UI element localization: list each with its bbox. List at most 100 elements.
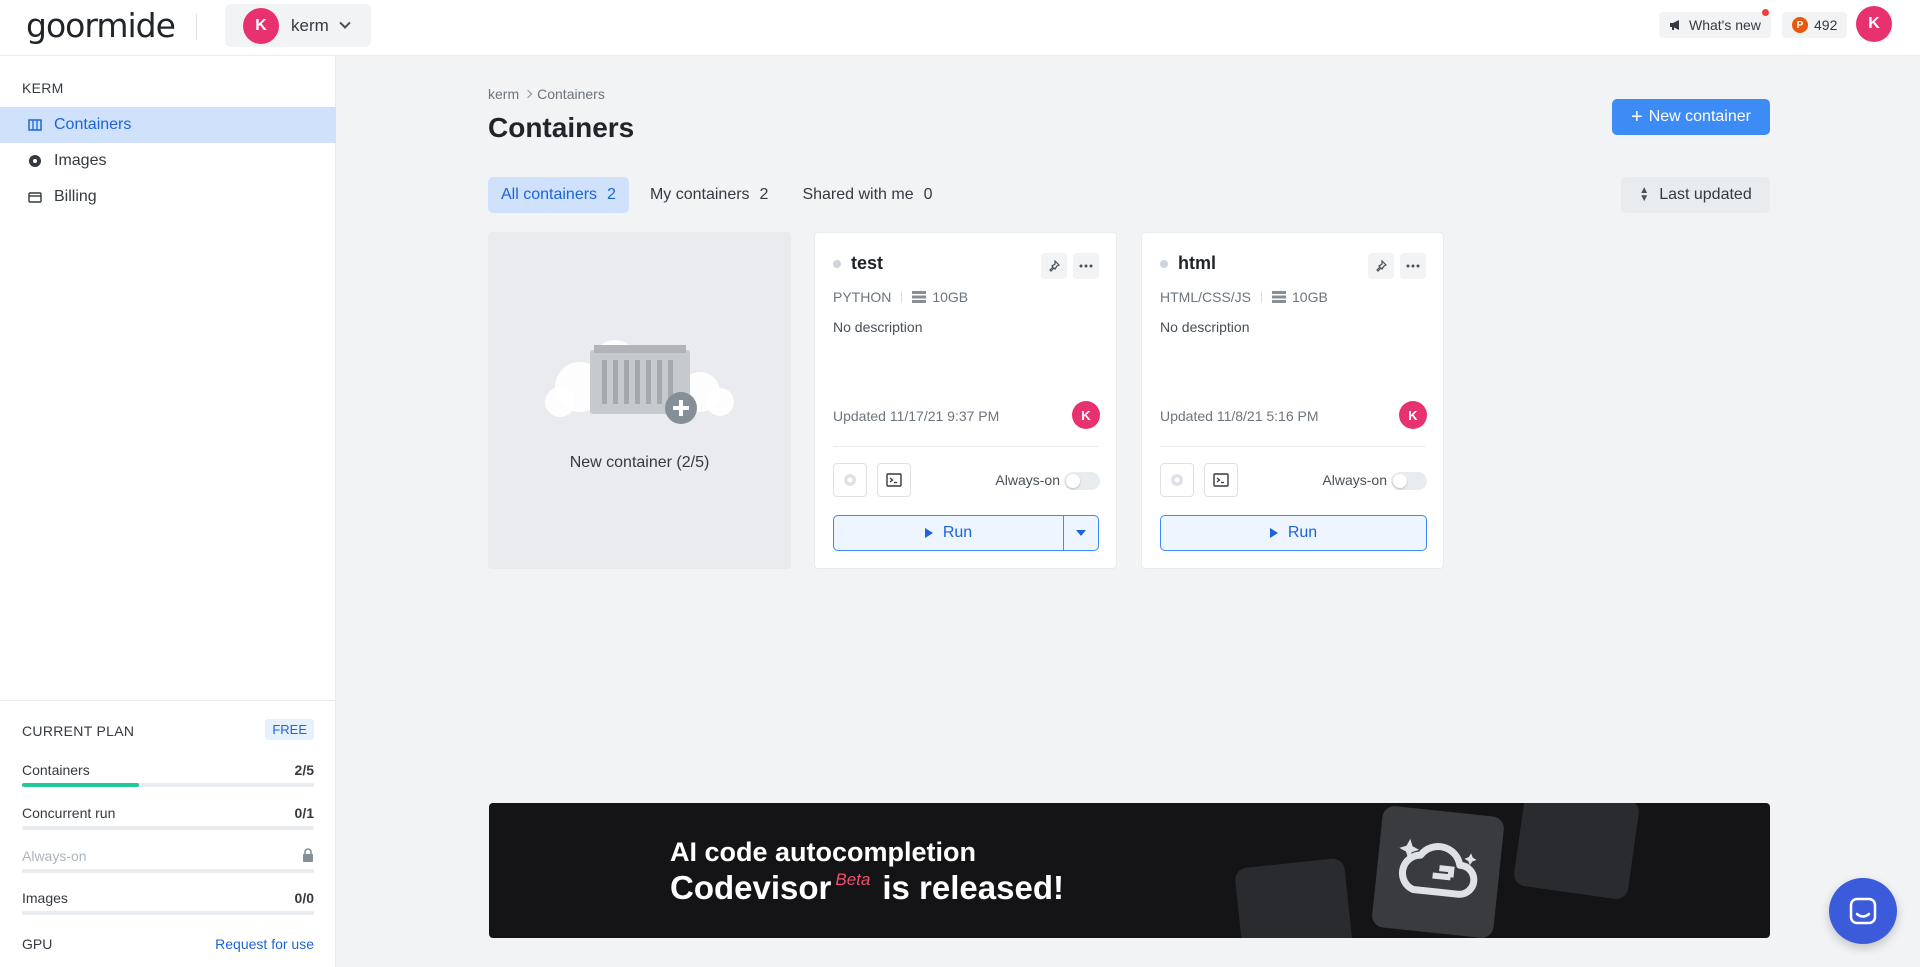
sort-dropdown[interactable]: ▲ ▼ Last updated: [1621, 177, 1770, 213]
meta-divider: [901, 291, 903, 303]
disc-icon: [28, 154, 42, 168]
card-icon: [28, 190, 42, 204]
owner-avatar: K: [1072, 401, 1100, 429]
sidebar-item-label: Images: [54, 152, 107, 169]
always-on-toggle[interactable]: [1064, 472, 1100, 490]
tab-label: My containers: [649, 186, 750, 203]
card-divider: [1160, 446, 1425, 447]
terminal-icon[interactable]: [1204, 463, 1238, 497]
run-label: Run: [942, 524, 973, 541]
containers-icon: [28, 118, 42, 132]
plan-row-images: Images 0/0: [22, 890, 314, 915]
card-divider: [833, 446, 1098, 447]
progress-fill: [22, 783, 139, 787]
logo[interactable]: goormide: [26, 6, 176, 45]
container-name: test: [851, 253, 884, 273]
play-icon: [924, 528, 933, 538]
org-switcher[interactable]: K kerm: [225, 4, 371, 47]
container-description: No description: [833, 319, 923, 335]
plan-row-label: Always-on: [22, 848, 87, 864]
banner-headline: AI code autocompletion: [670, 837, 977, 867]
plus-icon: +: [1631, 106, 1643, 128]
tab-count: 0: [923, 186, 933, 203]
container-meta: PYTHON 10GB: [833, 289, 968, 305]
whats-new-button[interactable]: What's new: [1659, 9, 1771, 38]
terminal-icon[interactable]: [877, 463, 911, 497]
promo-banner[interactable]: AI code autocompletion Codevisor Beta is r…: [489, 803, 1770, 938]
sidebar-item-containers[interactable]: Containers: [0, 107, 336, 143]
whats-new-label: What's new: [1689, 17, 1761, 33]
banner-subheadline: Codevisor Beta is released!: [670, 869, 1064, 907]
request-gpu-link[interactable]: Request for use: [215, 936, 314, 952]
top-header: goormide K kerm What's new P 492 K: [0, 0, 1920, 56]
plan-row-value: 2/5: [294, 762, 314, 778]
play-icon: [1269, 528, 1278, 538]
container-card-test[interactable]: test PYTHON 10GB No description Updated …: [814, 232, 1117, 569]
plan-row-containers: Containers 2/5: [22, 762, 314, 787]
web-preview-icon[interactable]: [833, 463, 867, 497]
tab-shared-with-me[interactable]: Shared with me 0: [789, 177, 945, 213]
progress-bar: [22, 783, 314, 787]
storage-icon: [1272, 291, 1287, 303]
plan-row-gpu: GPU Request for use: [22, 936, 314, 952]
sidebar-item-label: Containers: [54, 116, 132, 133]
plan-row-value: 0/1: [294, 805, 314, 821]
breadcrumb-org[interactable]: kerm: [488, 86, 519, 102]
sidebar-section-title: KERM: [22, 80, 64, 96]
lock-icon: [302, 848, 314, 865]
org-avatar: K: [243, 7, 279, 44]
progress-bar: [22, 826, 314, 830]
new-container-card-label: New container (2/5): [569, 454, 710, 471]
tab-my-containers[interactable]: My containers 2: [637, 177, 782, 213]
container-illustration-icon: [545, 340, 734, 424]
run-button[interactable]: Run: [1160, 515, 1427, 551]
run-options-dropdown[interactable]: [1063, 515, 1099, 551]
progress-bar: [22, 869, 314, 873]
plan-row-value: 0/0: [294, 890, 314, 906]
new-container-button[interactable]: + New container: [1612, 99, 1770, 135]
current-plan-panel: CURRENT PLAN FREE Containers 2/5 Concurr…: [0, 700, 336, 967]
org-name: kerm: [291, 15, 329, 35]
codevisor-logo-icon: [1370, 804, 1506, 938]
container-name: html: [1178, 253, 1216, 273]
meta-divider: [1261, 291, 1263, 303]
container-disk: 10GB: [932, 289, 969, 305]
always-on-label: Always-on: [1322, 472, 1387, 488]
more-options-icon[interactable]: [1073, 253, 1099, 279]
chat-launcher-button[interactable]: [1829, 878, 1897, 944]
banner-decor-tile: [1512, 803, 1641, 901]
points-button[interactable]: P 492: [1782, 12, 1848, 38]
new-container-card[interactable]: New container (2/5): [488, 232, 791, 569]
banner-beta-tag: Beta: [835, 870, 871, 889]
breadcrumb-current: Containers: [537, 86, 605, 102]
sidebar-item-billing[interactable]: Billing: [0, 179, 336, 215]
container-card-html[interactable]: html HTML/CSS/JS 10GB No description Upd…: [1141, 232, 1444, 569]
banner-rest: is released!: [882, 869, 1064, 906]
sidebar-item-images[interactable]: Images: [0, 143, 336, 179]
container-stack: HTML/CSS/JS: [1160, 289, 1252, 305]
tab-all-containers[interactable]: All containers 2: [488, 177, 629, 213]
plan-row-label: GPU: [22, 936, 53, 952]
container-updated: Updated 11/8/21 5:16 PM: [1160, 408, 1319, 424]
container-meta: HTML/CSS/JS 10GB: [1160, 289, 1328, 305]
web-preview-icon[interactable]: [1160, 463, 1194, 497]
container-description: No description: [1160, 319, 1250, 335]
sidebar: KERM Containers Images Billing CURRENT P…: [0, 56, 336, 967]
plan-title: CURRENT PLAN: [22, 723, 135, 739]
pin-icon[interactable]: [1041, 253, 1067, 279]
always-on-toggle[interactable]: [1391, 472, 1427, 490]
header-divider: [196, 14, 197, 40]
tab-count: 2: [759, 186, 769, 203]
chat-icon: [1849, 897, 1877, 925]
user-avatar[interactable]: K: [1856, 6, 1892, 42]
run-label: Run: [1287, 524, 1318, 541]
status-dot: [1160, 260, 1168, 268]
more-options-icon[interactable]: [1400, 253, 1426, 279]
run-button[interactable]: Run: [833, 515, 1064, 551]
breadcrumb: kerm Containers: [488, 86, 605, 102]
sort-icon: ▲ ▼: [1639, 185, 1650, 204]
plan-row-label: Containers: [22, 762, 90, 778]
storage-icon: [912, 291, 927, 303]
pin-icon[interactable]: [1368, 253, 1394, 279]
tab-label: Shared with me: [802, 186, 914, 203]
